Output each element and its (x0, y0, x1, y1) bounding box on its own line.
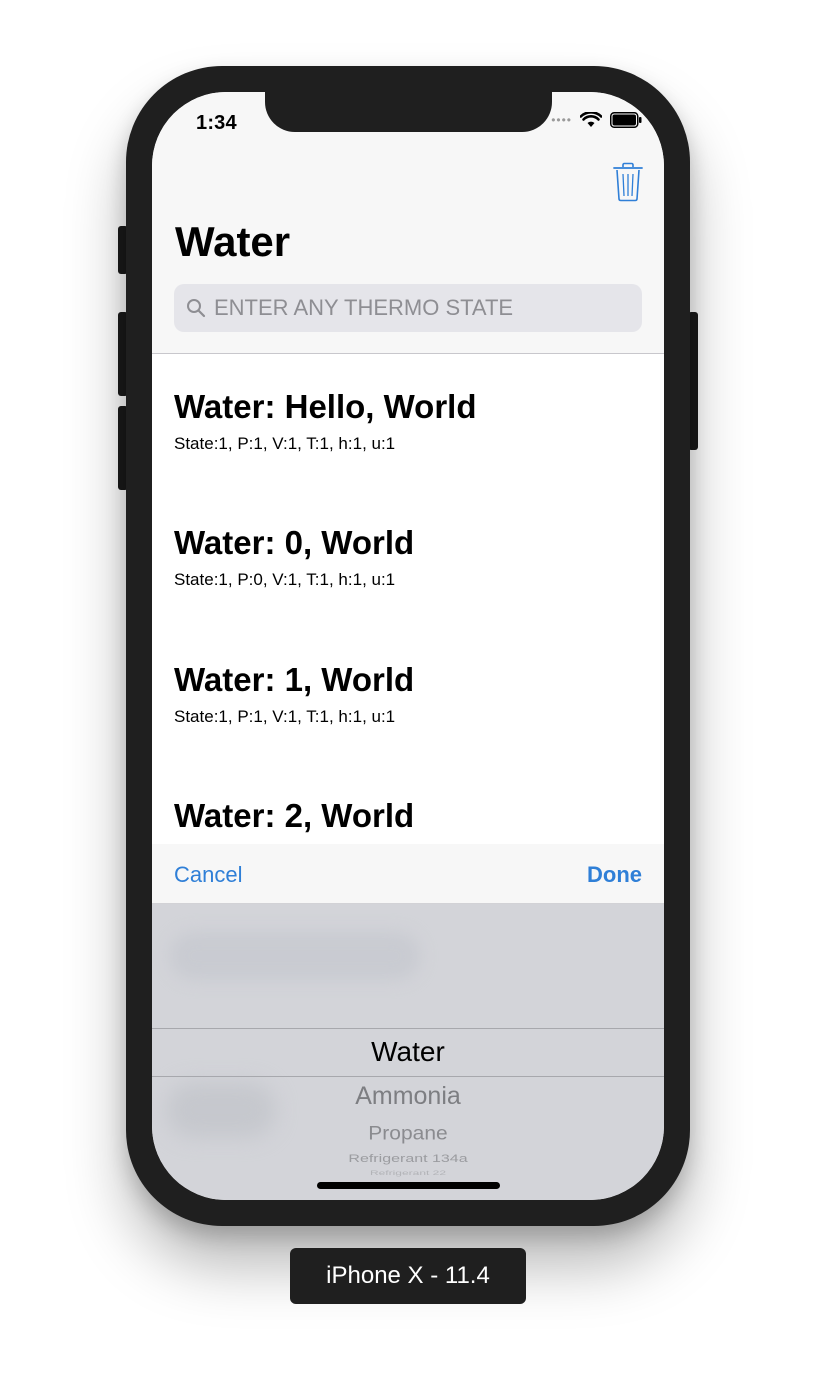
status-indicators: •••• (551, 112, 642, 128)
device-label: iPhone X - 11.4 (290, 1248, 526, 1304)
selection-indicator-bottom (152, 1076, 664, 1077)
search-input[interactable] (214, 295, 634, 321)
home-indicator[interactable] (317, 1182, 500, 1189)
states-list: Water: Hello, World State:1, P:1, V:1, T… (152, 354, 664, 844)
list-item-title: Water: 2, World (174, 797, 415, 834)
page-title: Water (175, 218, 291, 265)
status-time: 1:34 (196, 112, 237, 134)
trash-icon[interactable] (612, 162, 644, 202)
cancel-button[interactable]: Cancel (174, 862, 242, 888)
list-item-subtitle: State:1, P:0, V:1, T:1, h:1, u:1 (174, 570, 396, 589)
selection-indicator-top (152, 1028, 664, 1029)
notch (265, 92, 552, 132)
search-bar[interactable] (174, 284, 642, 332)
list-item[interactable]: Water: 2, World (152, 763, 664, 844)
list-item[interactable]: Water: Hello, World State:1, P:1, V:1, T… (152, 354, 664, 490)
list-item-title: Water: 0, World (174, 524, 415, 561)
picker-option[interactable]: Ammonia (152, 1082, 664, 1111)
picker-option[interactable]: Propane (152, 1123, 664, 1145)
fluid-picker[interactable]: Water Ammonia Propane Refrigerant 134a R… (152, 904, 664, 1200)
battery-icon (610, 112, 642, 128)
list-item-subtitle: State:1, P:1, V:1, T:1, h:1, u:1 (174, 707, 396, 726)
list-item-title: Water: Hello, World (174, 388, 477, 425)
list-item-title: Water: 1, World (174, 661, 415, 698)
signal-icon: •••• (551, 113, 572, 127)
done-button[interactable]: Done (587, 862, 642, 888)
picker-blur (170, 932, 420, 980)
wifi-icon (580, 112, 602, 127)
list-item[interactable]: Water: 0, World State:1, P:0, V:1, T:1, … (152, 490, 664, 626)
picker-option[interactable]: Refrigerant 134a (152, 1153, 664, 1166)
list-item[interactable]: Water: 1, World State:1, P:1, V:1, T:1, … (152, 627, 664, 763)
picker-toolbar: Cancel Done (152, 844, 664, 904)
screen: 1:34 •••• Water ENTER ANY THERMO STATE W… (152, 92, 664, 1200)
picker-option-selected[interactable]: Water (152, 1036, 664, 1068)
search-icon (187, 299, 206, 318)
picker-option[interactable]: Refrigerant 22 (152, 1170, 664, 1177)
list-item-subtitle: State:1, P:1, V:1, T:1, h:1, u:1 (174, 434, 396, 453)
